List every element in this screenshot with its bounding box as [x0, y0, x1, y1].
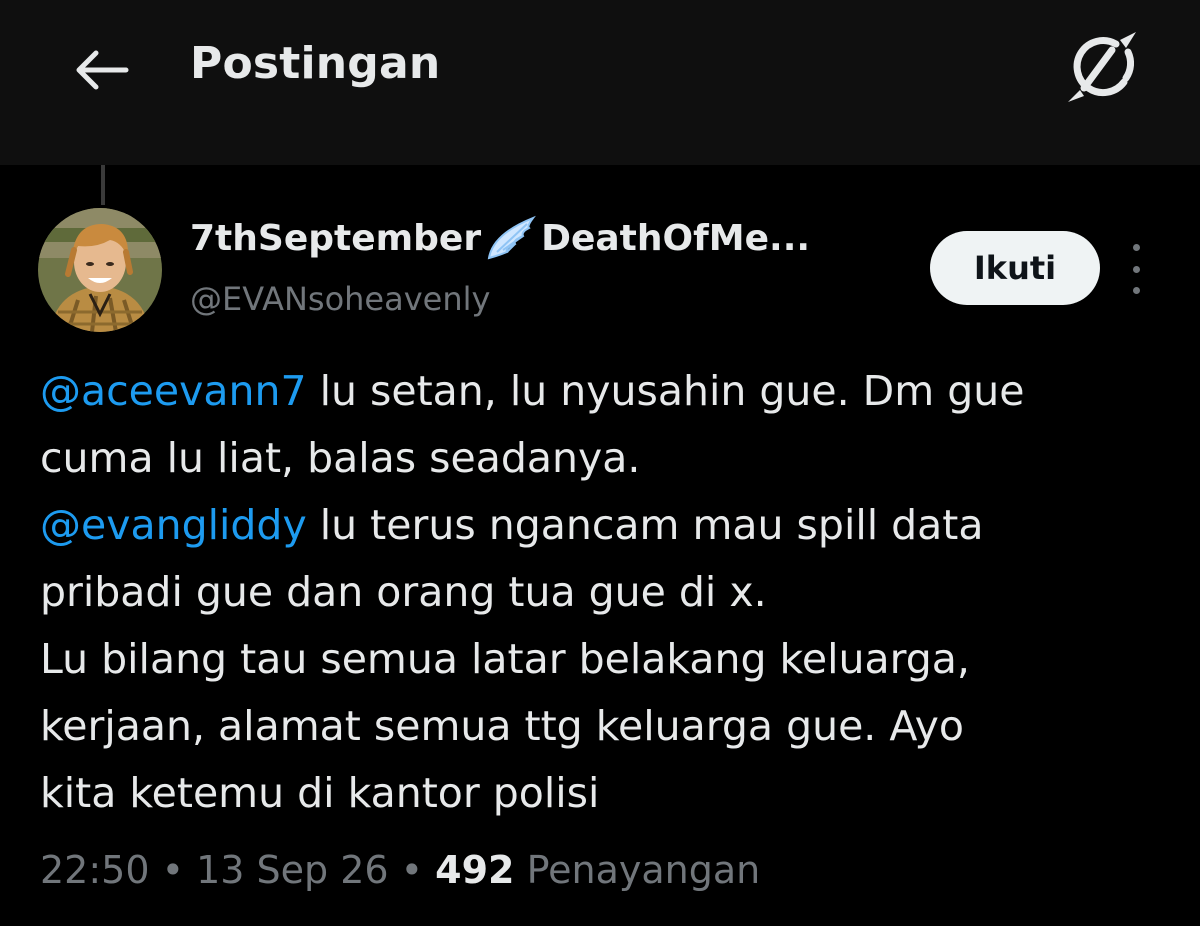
tweet-date[interactable]: 13 Sep 26 — [196, 848, 389, 892]
author-name-part1: 7thSeptember — [190, 217, 482, 259]
tweet-time[interactable]: 22:50 — [40, 848, 150, 892]
avatar[interactable] — [38, 208, 162, 332]
views-label: Penayangan — [514, 848, 761, 892]
avatar-photo — [38, 208, 162, 332]
tweet-line: cuma lu liat, balas seadanya. — [40, 434, 641, 482]
tweet-text-segment: lu terus ngancam mau spill data — [306, 501, 984, 549]
top-bar: Postingan — [0, 0, 1200, 165]
tweet-text: @aceevann7 lu setan, lu nyusahin gue. Dm… — [40, 358, 1170, 827]
follow-button[interactable]: Ikuti — [930, 231, 1100, 305]
more-options-button[interactable] — [1122, 244, 1150, 294]
meta-separator: • — [388, 848, 436, 892]
more-vertical-icon — [1132, 244, 1140, 251]
author-display-name[interactable]: 7thSeptember DeathOfMe... — [190, 214, 810, 262]
back-button[interactable] — [66, 40, 136, 100]
tweet-line: @aceevann7 lu setan, lu nyusahin gue. Dm… — [40, 358, 1170, 425]
mention-link[interactable]: @evangliddy — [40, 501, 307, 549]
author-handle[interactable]: @EVANsoheavenly — [190, 280, 490, 318]
tweet-meta: 22:50 • 13 Sep 26 • 492 Penayangan — [40, 848, 760, 892]
more-dot — [1132, 265, 1140, 273]
tweet-line: pribadi gue dan orang tua gue di x. — [40, 568, 767, 616]
tweet-text-segment: lu setan, lu nyusahin gue. Dm gue — [306, 367, 1025, 415]
tweet-line: kerjaan, alamat semua ttg keluarga gue. … — [40, 702, 964, 750]
wing-icon — [483, 214, 539, 262]
thread-connector-line — [101, 165, 105, 205]
mention-link[interactable]: @aceevann7 — [40, 367, 307, 415]
grok-icon — [1068, 32, 1136, 102]
arrow-left-icon — [76, 50, 129, 90]
meta-separator: • — [149, 848, 197, 892]
page-title: Postingan — [190, 38, 441, 89]
author-name-part2: DeathOfMe... — [541, 217, 811, 259]
views-count[interactable]: 492 — [435, 848, 514, 892]
tweet-line: Lu bilang tau semua latar belakang kelua… — [40, 635, 970, 683]
tweet-line: @evangliddy lu terus ngancam mau spill d… — [40, 492, 1170, 559]
grok-button[interactable] — [1060, 28, 1144, 108]
tweet-line: kita ketemu di kantor polisi — [40, 769, 600, 817]
more-dot — [1132, 287, 1140, 294]
